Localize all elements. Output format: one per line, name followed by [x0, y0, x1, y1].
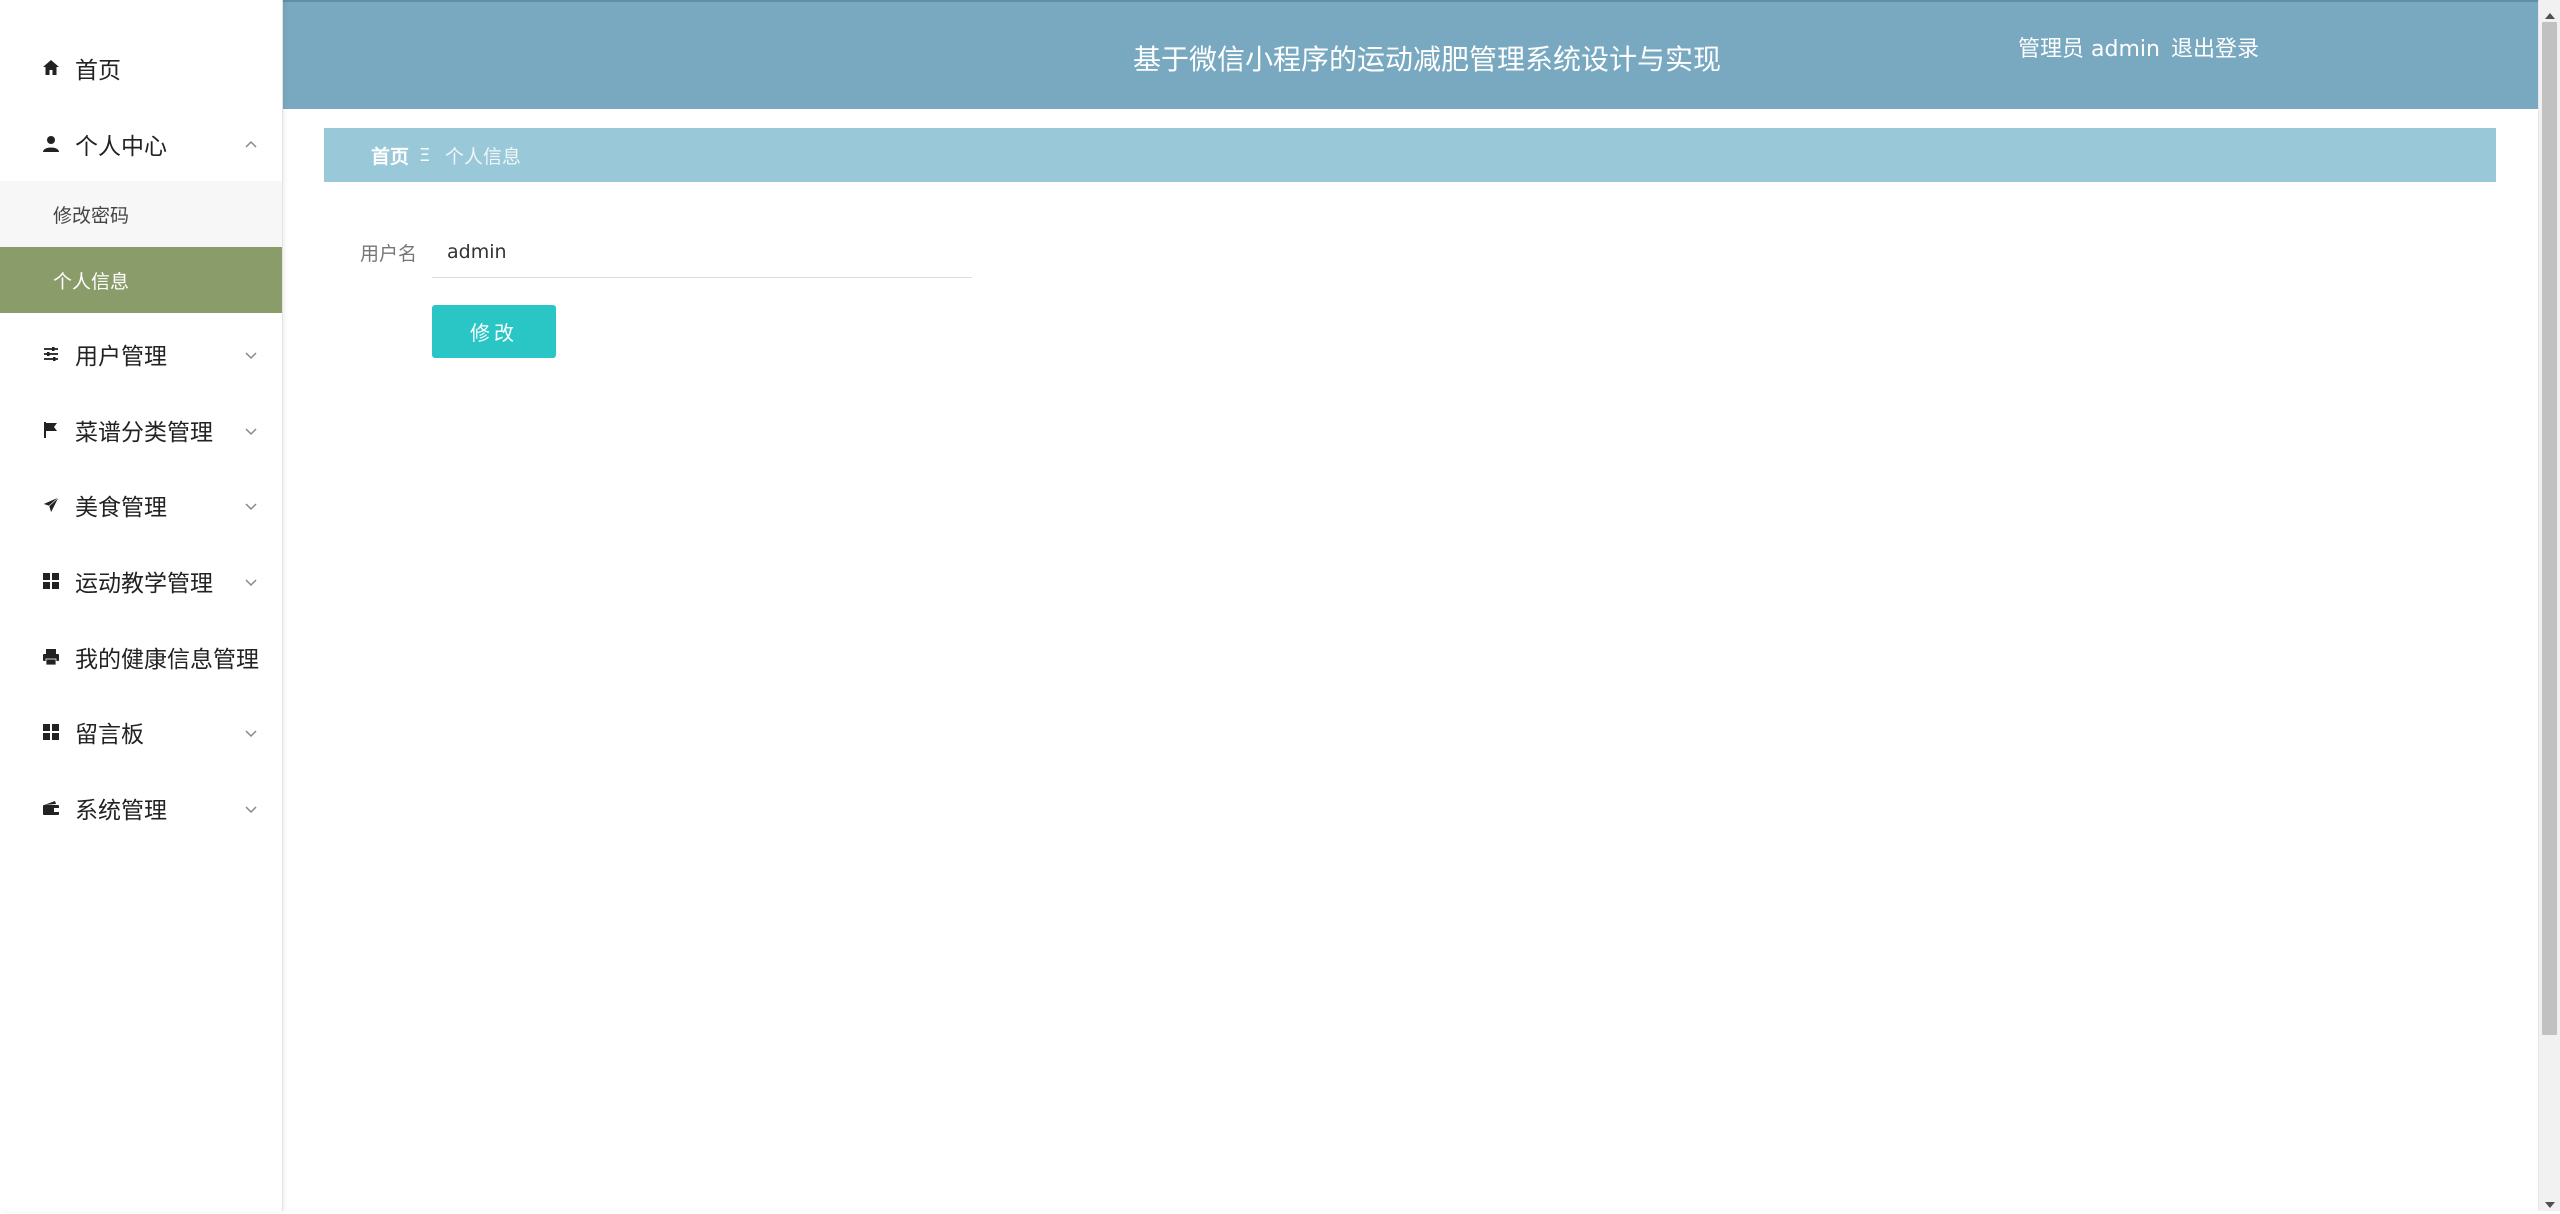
sidebar-subitem-personal-info[interactable]: 个人信息 [0, 247, 282, 313]
sidebar-item-label: 美食管理 [75, 495, 167, 521]
paper-plane-icon [40, 494, 62, 516]
sidebar-subitem-label: 修改密码 [53, 204, 130, 227]
printer-icon [40, 646, 62, 668]
sidebar-subitem-label: 个人信息 [53, 270, 130, 293]
sidebar-item-personal-center[interactable]: 个人中心 [0, 116, 282, 172]
sidebar-item-label: 用户管理 [75, 344, 167, 370]
chevron-down-icon [244, 498, 258, 512]
breadcrumb-separator-icon: Ξ [419, 144, 431, 166]
sidebar-item-label: 首页 [75, 58, 121, 84]
sidebar-item-system-management[interactable]: 系统管理 [0, 780, 282, 836]
sidebar-item-home[interactable]: 首页 [0, 40, 282, 96]
scroll-up-arrow-icon[interactable] [2544, 6, 2556, 19]
sidebar-item-label: 菜谱分类管理 [75, 420, 213, 446]
chevron-down-icon [244, 725, 258, 739]
chevron-down-icon [244, 423, 258, 437]
grid-icon [40, 721, 62, 743]
modify-button[interactable]: 修改 [432, 305, 556, 358]
flag-icon [40, 419, 62, 441]
logout-link[interactable]: 退出登录 [2171, 31, 2259, 63]
app-title: 基于微信小程序的运动减肥管理系统设计与实现 [1133, 43, 1722, 76]
breadcrumb: 首页 Ξ 个人信息 [324, 128, 2496, 182]
chevron-down-icon [244, 347, 258, 361]
sidebar-item-label: 留言板 [75, 722, 144, 748]
top-header: 基于微信小程序的运动减肥管理系统设计与实现 管理员 admin 退出登录 [283, 0, 2538, 109]
sidebar-item-exercise-teaching-management[interactable]: 运动教学管理 [0, 553, 282, 609]
user-icon [40, 133, 62, 155]
scrollbar-thumb[interactable] [2542, 22, 2557, 1035]
sidebar-subitem-change-password[interactable]: 修改密码 [0, 181, 282, 247]
sidebar-item-label: 运动教学管理 [75, 571, 213, 597]
grid-icon [40, 570, 62, 592]
username-field[interactable] [432, 226, 972, 278]
sidebar-item-food-management[interactable]: 美食管理 [0, 477, 282, 533]
username-label: 用户名 [360, 243, 418, 265]
sidebar-item-health-info-management[interactable]: 我的健康信息管理 [0, 629, 282, 685]
chevron-up-icon [244, 137, 258, 151]
sidebar-item-message-board[interactable]: 留言板 [0, 704, 282, 760]
sidebar-item-label: 个人中心 [75, 134, 167, 160]
breadcrumb-home-link[interactable]: 首页 [371, 142, 409, 169]
sidebar-item-label: 系统管理 [75, 798, 167, 824]
chevron-down-icon [244, 801, 258, 815]
sliders-icon [40, 343, 62, 365]
sidebar: 首页 个人中心 修改密码 个人信息 用户管理 菜谱分类管理 美食管理 运动教学管… [0, 0, 283, 1211]
home-icon [40, 57, 62, 79]
sidebar-item-user-management[interactable]: 用户管理 [0, 326, 282, 382]
sidebar-item-recipe-category-management[interactable]: 菜谱分类管理 [0, 402, 282, 458]
breadcrumb-current: 个人信息 [445, 145, 522, 168]
scroll-down-arrow-icon[interactable] [2544, 1195, 2556, 1208]
wallet-icon [40, 797, 62, 819]
vertical-scrollbar[interactable] [2538, 0, 2560, 1211]
chevron-down-icon [244, 574, 258, 588]
sidebar-item-label: 我的健康信息管理 [75, 647, 259, 673]
current-user-label: 管理员 admin [2018, 37, 2160, 62]
